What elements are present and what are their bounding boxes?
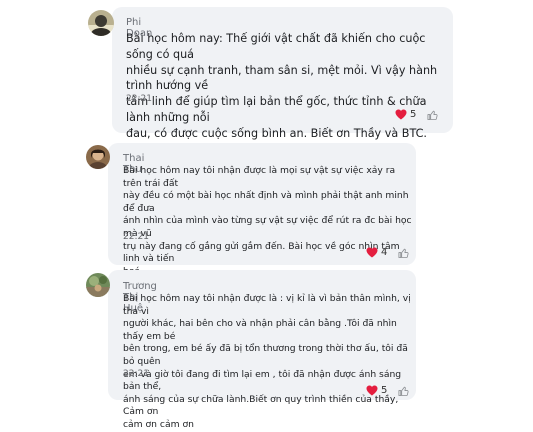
heart-icon [366,247,378,258]
comment-text: Bài học hôm nay tôi nhận được là : vị kỉ… [123,293,411,430]
reaction-count: 5 [410,109,417,120]
thumbs-up-icon[interactable] [398,248,409,259]
reaction-summary[interactable]: 4 [366,247,387,258]
avatar[interactable] [86,273,110,297]
avatar[interactable] [88,10,114,36]
heart-icon [395,109,407,120]
reaction-summary[interactable]: 5 [395,109,416,120]
comment-text: Bài học hôm nay: Thế giới vật chất đã kh… [126,32,438,140]
comment-timestamp: 22:21 [123,369,149,379]
comment-text: Bài học hôm nay tôi nhận được là mọi sự … [123,165,412,277]
heart-icon [366,385,378,396]
reaction-count: 4 [381,247,388,258]
comment-timestamp: 22:21 [123,232,149,242]
reaction-summary[interactable]: 5 [366,385,387,396]
reaction-count: 5 [381,385,388,396]
thumbs-up-icon[interactable] [427,110,438,121]
comment-timestamp: 22:21 [126,94,152,104]
avatar[interactable] [86,145,110,169]
thumbs-up-icon[interactable] [398,386,409,397]
